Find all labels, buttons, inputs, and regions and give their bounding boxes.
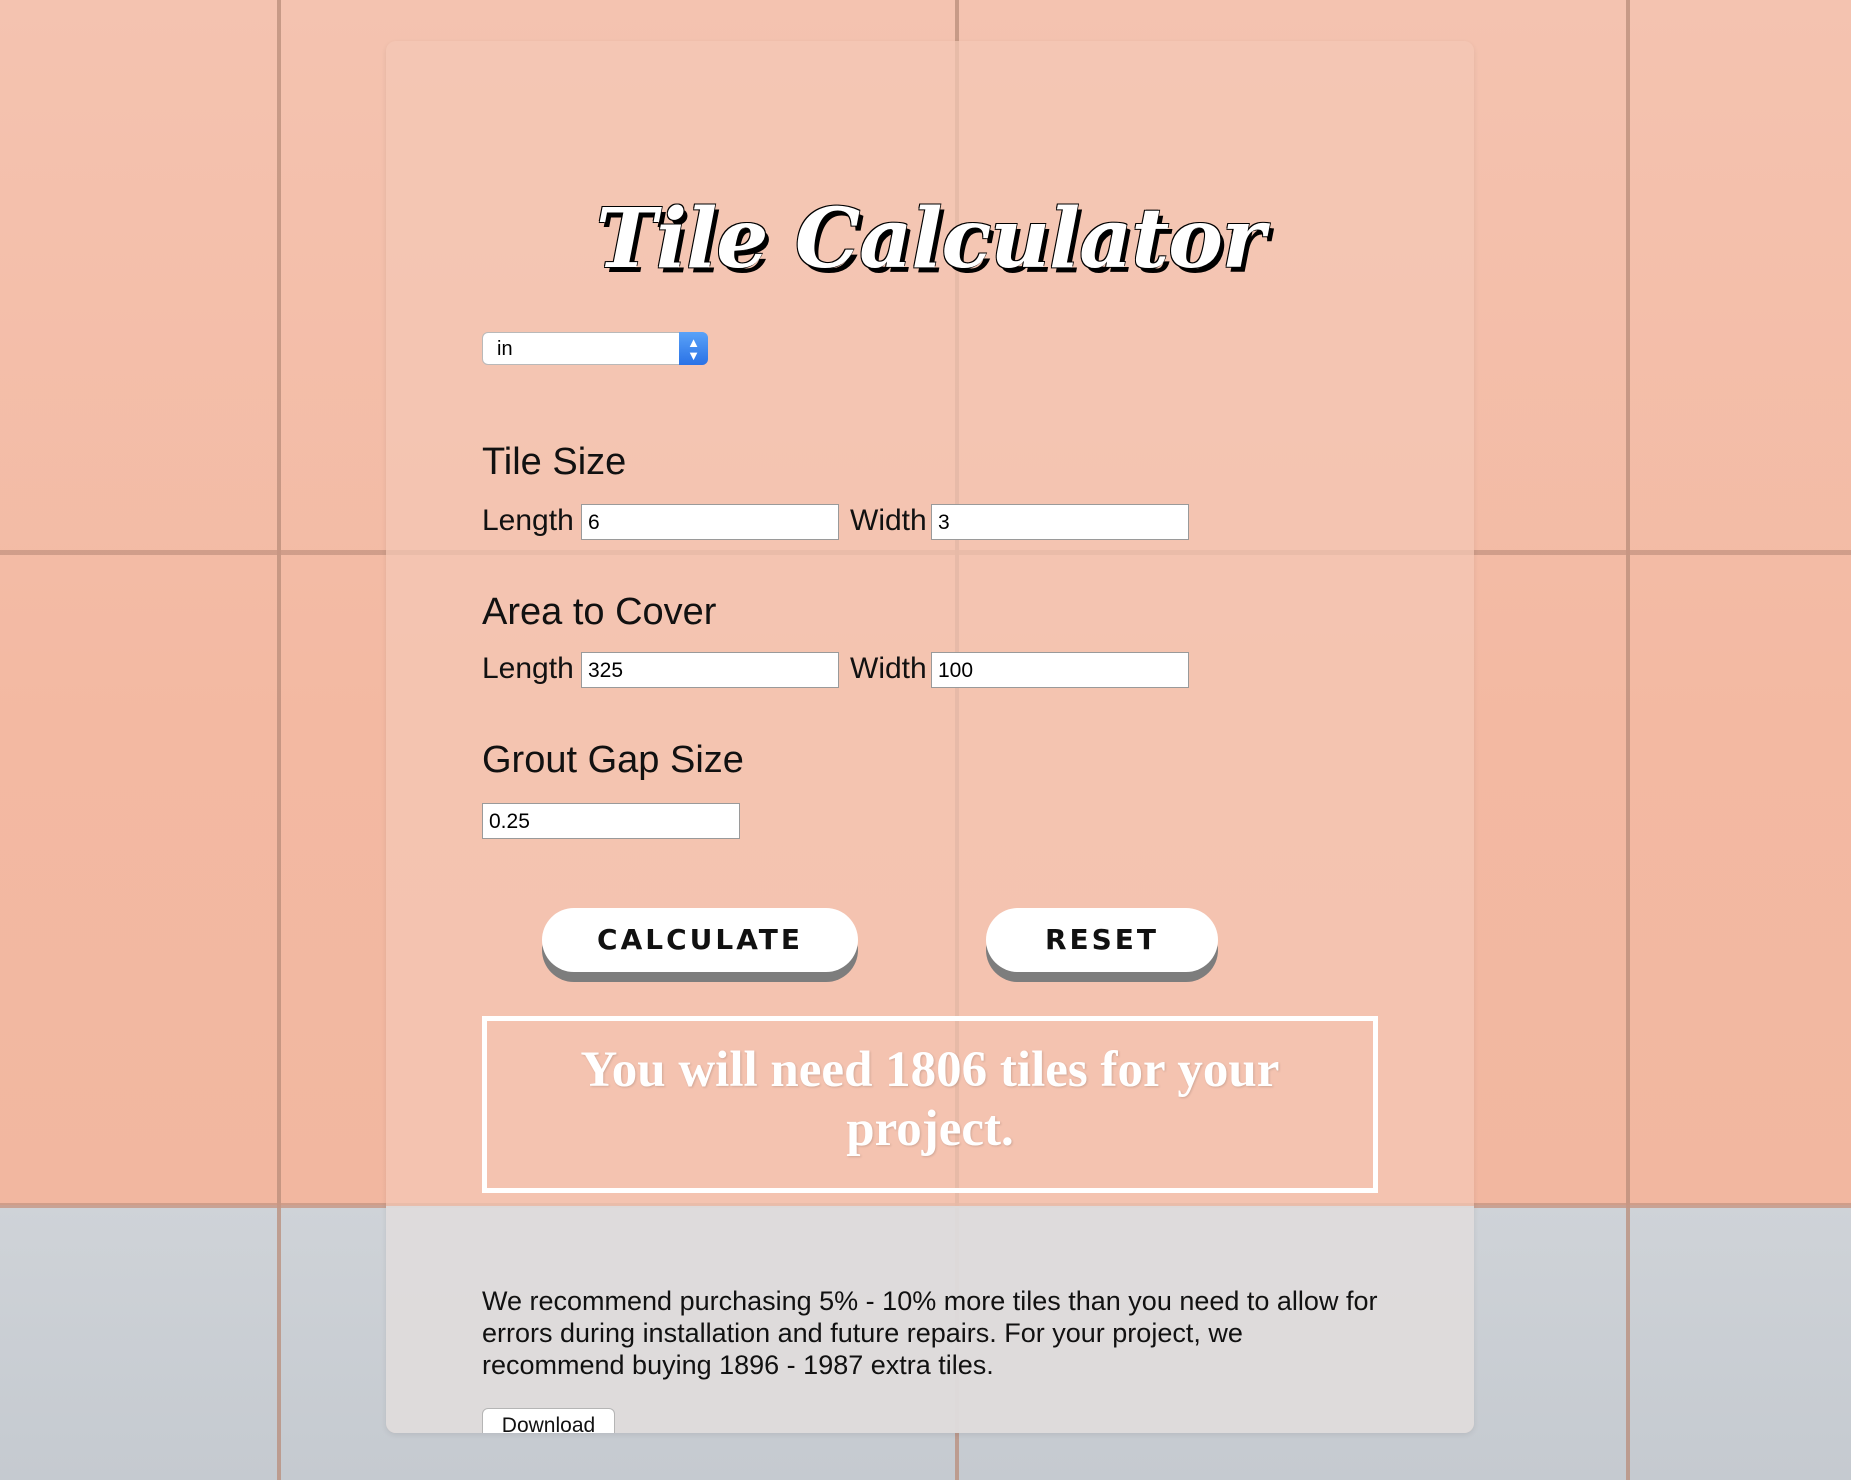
grout-gap-input[interactable]: 0.25 — [482, 803, 740, 839]
calculate-button[interactable]: CALCULATE — [542, 908, 858, 972]
result-text: You will need 1806 tiles for your projec… — [580, 1042, 1280, 1157]
tile-size-heading: Tile Size — [482, 441, 627, 483]
unit-select[interactable]: in ▲ ▼ — [482, 332, 708, 365]
tile-width-label: Width — [850, 504, 927, 537]
area-width-label: Width — [850, 652, 927, 685]
area-heading: Area to Cover — [482, 591, 717, 633]
recommendation-text: We recommend purchasing 5% - 10% more ti… — [482, 1286, 1378, 1380]
page-title: Tile Calculator — [595, 191, 1265, 287]
grout-line — [1626, 0, 1630, 1480]
calculator-card: Tile Calculator in ▲ ▼ Tile Size Length 6… — [386, 41, 1474, 1433]
result-box: You will need 1806 tiles for your projec… — [482, 1016, 1378, 1193]
grout-line — [277, 0, 281, 1480]
tile-width-input[interactable]: 3 — [931, 504, 1189, 540]
grout-heading: Grout Gap Size — [482, 739, 744, 781]
area-length-input[interactable]: 325 — [581, 652, 839, 688]
area-length-label: Length — [482, 652, 574, 685]
chevron-up-down-icon: ▲ ▼ — [679, 332, 708, 365]
reset-button[interactable]: RESET — [986, 908, 1218, 972]
tile-length-label: Length — [482, 504, 574, 537]
tile-length-input[interactable]: 6 — [581, 504, 839, 540]
download-button[interactable]: Download — [482, 1408, 615, 1433]
unit-select-value: in — [497, 338, 513, 360]
area-width-input[interactable]: 100 — [931, 652, 1189, 688]
